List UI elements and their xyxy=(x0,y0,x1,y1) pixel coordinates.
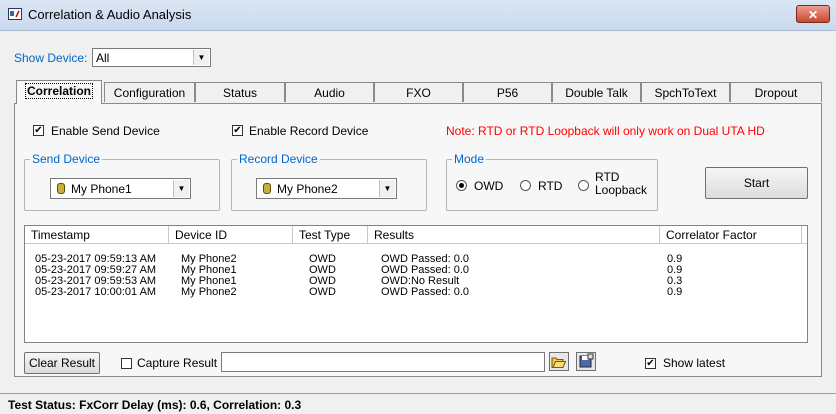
mode-rtd-label: RTD xyxy=(538,179,563,193)
mode-label: Mode xyxy=(452,152,487,166)
chevron-down-icon[interactable]: ▼ xyxy=(173,180,189,197)
mode-rtd-loopback-line2: Loopback xyxy=(595,183,648,197)
table-row[interactable]: 05-23-2017 10:00:01 AM My Phone2 OWD OWD Pa… xyxy=(25,286,807,298)
tab-dropout[interactable]: Dropout xyxy=(730,82,822,102)
rtd-note: Note: RTD or RTD Loopback will only work… xyxy=(446,124,765,138)
send-device-value: My Phone1 xyxy=(71,182,132,196)
tab-fxo[interactable]: FXO xyxy=(374,82,463,102)
status-bar: Test Status: FxCorr Delay (ms): 0.6, Cor… xyxy=(0,393,836,414)
test-status-text: Test Status: FxCorr Delay (ms): 0.6, Cor… xyxy=(8,398,302,412)
show-device-label: Show Device: xyxy=(14,51,88,65)
tab-configuration[interactable]: Configuration xyxy=(104,82,195,102)
save-settings-icon[interactable] xyxy=(576,352,596,371)
mode-owd-label: OWD xyxy=(474,179,504,193)
enable-send-label: Enable Send Device xyxy=(51,124,160,138)
mode-rtd-loopback-radio[interactable] xyxy=(578,180,589,191)
enable-record-checkbox[interactable]: ✔ xyxy=(232,125,243,136)
send-device-label: Send Device xyxy=(30,152,103,166)
capture-result-label: Capture Result xyxy=(137,356,218,370)
show-device-value: All xyxy=(96,51,110,65)
microphone-icon xyxy=(57,183,65,194)
window-title: Correlation & Audio Analysis xyxy=(28,7,192,22)
table-cell: 0.9 xyxy=(667,286,683,298)
send-device-dropdown[interactable]: My Phone1 ▼ xyxy=(50,178,191,199)
column-header-correlator-factor[interactable]: Correlator Factor xyxy=(660,226,802,244)
table-cell: 05-23-2017 10:00:01 AM xyxy=(35,286,157,298)
chevron-down-icon[interactable]: ▼ xyxy=(379,180,395,197)
column-header-results[interactable]: Results xyxy=(368,226,660,244)
close-button[interactable]: ✕ xyxy=(796,5,830,23)
enable-send-checkbox[interactable]: ✔ xyxy=(33,125,44,136)
record-device-dropdown[interactable]: My Phone2 ▼ xyxy=(256,178,397,199)
microphone-icon xyxy=(263,183,271,194)
tab-p56[interactable]: P56 xyxy=(463,82,552,102)
column-header-test-type[interactable]: Test Type xyxy=(293,226,368,244)
tab-status[interactable]: Status xyxy=(195,82,285,102)
chevron-down-icon[interactable]: ▼ xyxy=(193,50,209,65)
tab-double-talk[interactable]: Double Talk xyxy=(552,82,641,102)
tab-label: Correlation xyxy=(24,83,93,99)
capture-path-input[interactable] xyxy=(221,352,545,372)
start-button[interactable]: Start xyxy=(705,167,808,199)
folder-open-icon[interactable] xyxy=(549,352,569,371)
table-cell: OWD Passed: 0.0 xyxy=(381,286,470,298)
title-bar: Correlation & Audio Analysis ✕ xyxy=(0,0,836,31)
results-table[interactable]: Timestamp Device ID Test Type Results Co… xyxy=(24,225,808,343)
table-cell: My Phone2 xyxy=(181,286,237,298)
enable-record-label: Enable Record Device xyxy=(249,124,369,138)
mode-rtd-loopback-label: RTD Loopback xyxy=(595,171,647,197)
show-latest-label: Show latest xyxy=(663,356,726,370)
show-latest-checkbox[interactable]: ✔ xyxy=(645,358,656,369)
mode-rtd-radio[interactable] xyxy=(520,180,531,191)
clear-result-button[interactable]: Clear Result xyxy=(24,352,100,374)
column-header-filler xyxy=(802,226,807,244)
app-icon xyxy=(8,8,22,20)
record-device-value: My Phone2 xyxy=(277,182,338,196)
column-header-timestamp[interactable]: Timestamp xyxy=(25,226,169,244)
tab-correlation[interactable]: Correlation xyxy=(16,80,102,104)
tab-audio[interactable]: Audio xyxy=(285,82,374,102)
column-header-device-id[interactable]: Device ID xyxy=(169,226,293,244)
record-device-label: Record Device xyxy=(237,152,320,166)
tab-spch-to-text[interactable]: SpchToText xyxy=(641,82,730,102)
capture-result-checkbox[interactable] xyxy=(121,358,132,369)
table-cell: OWD xyxy=(309,286,336,298)
mode-owd-radio[interactable] xyxy=(456,180,467,191)
show-device-dropdown[interactable]: All ▼ xyxy=(92,48,211,67)
